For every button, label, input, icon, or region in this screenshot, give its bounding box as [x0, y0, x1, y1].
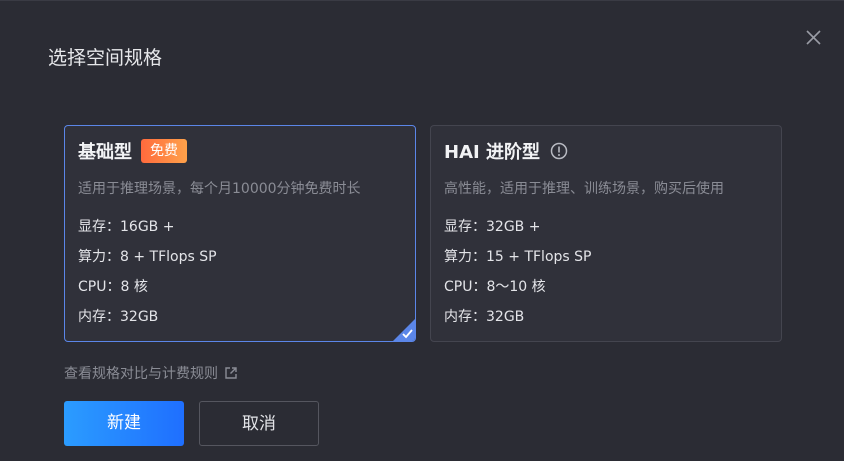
spec-vram: 显存：32GB +	[444, 219, 541, 235]
cancel-button[interactable]: 取消	[199, 401, 319, 446]
spec-selection-dialog: 选择空间规格 基础型 免费 适用于推理场景，每个月10000分钟免费时长 显存：…	[0, 0, 844, 461]
card-basic[interactable]: 基础型 免费 适用于推理场景，每个月10000分钟免费时长 显存：16GB + …	[64, 125, 416, 342]
spec-memory: 内存：32GB	[444, 309, 525, 325]
create-button[interactable]: 新建	[64, 401, 184, 446]
spec-memory: 内存：32GB	[78, 309, 159, 325]
card-hai-title: HAI 进阶型	[444, 142, 540, 163]
spec-compare-link[interactable]: 查看规格对比与计费规则	[64, 363, 238, 383]
close-icon[interactable]	[800, 25, 826, 51]
card-basic-title: 基础型	[78, 142, 132, 163]
card-basic-header: 基础型 免费	[78, 138, 187, 164]
selected-check-icon	[393, 319, 415, 341]
external-link-icon	[224, 366, 238, 380]
card-hai-header: HAI 进阶型	[444, 138, 568, 164]
spec-compute: 算力：15 + TFlops SP	[444, 249, 592, 265]
card-hai[interactable]: HAI 进阶型 高性能，适用于推理、训练场景，购买后使用 显存：32GB + 算…	[430, 125, 782, 342]
free-badge: 免费	[141, 139, 187, 163]
dialog-title: 选择空间规格	[48, 47, 163, 69]
card-hai-description: 高性能，适用于推理、训练场景，购买后使用	[444, 181, 724, 197]
spec-cpu: CPU：8～10 核	[444, 279, 546, 295]
spec-compare-label: 查看规格对比与计费规则	[64, 366, 218, 382]
card-basic-description: 适用于推理场景，每个月10000分钟免费时长	[78, 181, 361, 197]
spec-cpu: CPU：8 核	[78, 279, 148, 295]
info-icon[interactable]	[550, 142, 568, 160]
spec-vram: 显存：16GB +	[78, 219, 175, 235]
spec-compute: 算力：8 + TFlops SP	[78, 249, 217, 265]
